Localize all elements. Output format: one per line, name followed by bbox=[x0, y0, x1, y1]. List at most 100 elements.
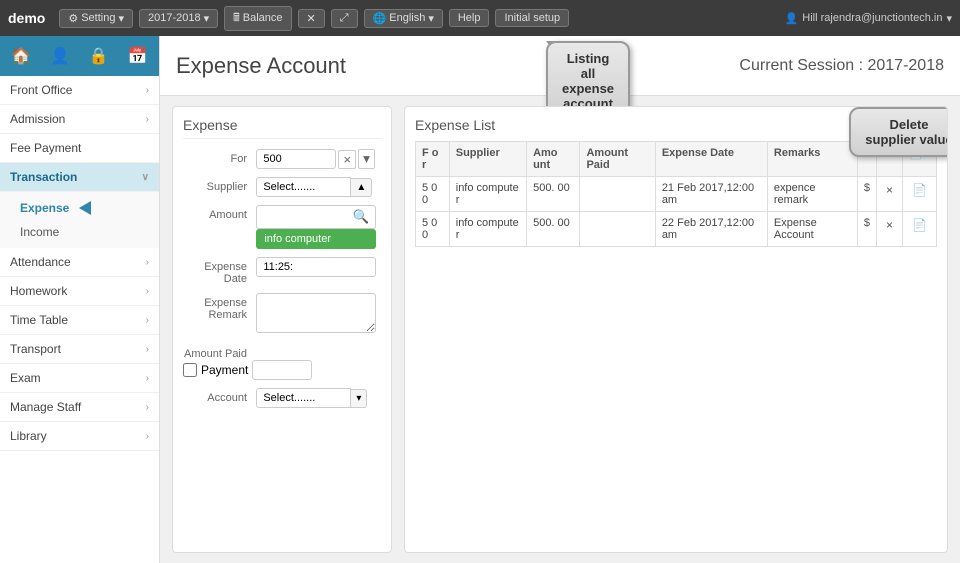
page-header: Expense Account Listing all expense acco… bbox=[160, 36, 960, 96]
account-label: Account bbox=[183, 388, 253, 404]
for-row: For × ▾ bbox=[183, 149, 381, 169]
sidebar-item-attendance[interactable]: Attendance › bbox=[0, 248, 159, 277]
topbar: demo ⚙ Setting ▾ 2017-2018 ▾ 🖩 Balance ✕… bbox=[0, 0, 960, 36]
col-amount-paid: Amount Paid bbox=[580, 142, 655, 177]
cell-amount: 500. 00 bbox=[527, 212, 580, 247]
sidebar-item-timetable[interactable]: Time Table › bbox=[0, 306, 159, 335]
sidebar-item-transaction[interactable]: Transaction ∨ bbox=[0, 163, 159, 192]
supplier-input[interactable] bbox=[256, 177, 351, 197]
supplier-row: Supplier ▲ bbox=[183, 177, 381, 197]
chevron-right-icon: › bbox=[146, 344, 149, 355]
sidebar-item-exam[interactable]: Exam › bbox=[0, 364, 159, 393]
expense-date-label: Expense Date bbox=[183, 257, 253, 285]
expense-date-input[interactable] bbox=[256, 257, 376, 277]
english-button[interactable]: 🌐 English ▾ bbox=[364, 9, 443, 28]
sidebar-item-transport[interactable]: Transport › bbox=[0, 335, 159, 364]
chevron-right-icon: › bbox=[146, 431, 149, 442]
main-layout: 🏠 👤 🔒 📅 Front Office › Admission › Fee P… bbox=[0, 36, 960, 563]
col-expense-date: Expense Date bbox=[655, 142, 767, 177]
sidebar-item-manage-staff[interactable]: Manage Staff › bbox=[0, 393, 159, 422]
content-area: Expense Account Listing all expense acco… bbox=[160, 36, 960, 563]
cell-amount: 500. 00 bbox=[527, 177, 580, 212]
for-input[interactable] bbox=[256, 149, 336, 169]
cell-for: 5 0 0 bbox=[416, 212, 450, 247]
chevron-right-icon: › bbox=[146, 286, 149, 297]
sidebar-item-fee-payment[interactable]: Fee Payment bbox=[0, 134, 159, 163]
cell-expense-date: 22 Feb 2017,12:00 am bbox=[655, 212, 767, 247]
sidebar-item-admission[interactable]: Admission › bbox=[0, 105, 159, 134]
for-dropdown-button[interactable]: ▾ bbox=[358, 149, 375, 169]
expense-panel-title: Expense bbox=[183, 117, 381, 139]
amount-search-button[interactable]: 🔍 bbox=[256, 205, 376, 229]
amount-row: Amount 🔍 info computer bbox=[183, 205, 381, 249]
cell-supplier: info compute r bbox=[449, 212, 526, 247]
cell-supplier: info compute r bbox=[449, 177, 526, 212]
expense-remark-label: Expense Remark bbox=[183, 293, 253, 321]
home-icon[interactable]: 🏠 bbox=[7, 42, 35, 70]
amount-paid-label: Amount Paid bbox=[183, 344, 253, 360]
payment-label: Payment bbox=[201, 363, 248, 377]
sidebar-item-front-office[interactable]: Front Office › bbox=[0, 76, 159, 105]
user-icon: 👤 bbox=[785, 12, 799, 25]
col-remarks: Remarks bbox=[767, 142, 857, 177]
col-supplier: Supplier bbox=[449, 142, 526, 177]
initial-setup-button[interactable]: Initial setup bbox=[495, 9, 569, 27]
cell-doc: 📄 bbox=[903, 212, 937, 247]
user-icon[interactable]: 👤 bbox=[46, 42, 74, 70]
account-dropdown-button[interactable]: ▾ bbox=[351, 389, 367, 408]
lock-icon[interactable]: 🔒 bbox=[85, 42, 113, 70]
cell-dollar: $ bbox=[857, 212, 876, 247]
page-title: Expense Account bbox=[176, 53, 346, 79]
year-button[interactable]: 2017-2018 ▾ bbox=[139, 9, 218, 28]
expand-button[interactable]: ⤢ bbox=[331, 9, 358, 28]
sidebar-item-homework[interactable]: Homework › bbox=[0, 277, 159, 306]
payment-input[interactable] bbox=[252, 360, 312, 380]
chevron-down-icon: ▾ bbox=[118, 12, 124, 25]
balance-icon: 🖩 bbox=[233, 9, 240, 28]
sidebar-icon-bar: 🏠 👤 🔒 📅 bbox=[0, 36, 159, 76]
delete-button[interactable]: × bbox=[883, 182, 896, 198]
sidebar-sub-expense[interactable]: Expense bbox=[0, 196, 159, 220]
col-amount: Amo unt bbox=[527, 142, 580, 177]
doc-button[interactable]: 📄 bbox=[909, 217, 930, 233]
language-icon: 🌐 bbox=[373, 12, 387, 25]
supplier-dropdown-button[interactable]: ▲ bbox=[351, 178, 372, 197]
sidebar-sub-income[interactable]: Income bbox=[0, 220, 159, 244]
session-label: Current Session : 2017-2018 bbox=[739, 57, 944, 75]
expense-remark-input[interactable] bbox=[256, 293, 376, 333]
balance-button[interactable]: 🖩 Balance bbox=[224, 6, 291, 31]
page-body: Expense For × ▾ Supplier bbox=[160, 96, 960, 563]
setting-button[interactable]: ⚙ Setting ▾ bbox=[59, 9, 133, 28]
cell-for: 5 0 0 bbox=[416, 177, 450, 212]
chevron-down-icon: ▾ bbox=[946, 12, 952, 25]
autocomplete-item[interactable]: info computer bbox=[256, 229, 376, 249]
amount-label: Amount bbox=[183, 205, 253, 221]
doc-button[interactable]: 📄 bbox=[909, 182, 930, 198]
calendar-icon[interactable]: 📅 bbox=[124, 42, 152, 70]
for-clear-button[interactable]: × bbox=[338, 150, 356, 169]
cell-amount-paid bbox=[580, 212, 655, 247]
user-info: 👤 Hill rajendra@junctiontech.in ▾ bbox=[785, 12, 952, 25]
amount-paid-row: Amount Paid Payment bbox=[183, 344, 381, 380]
chevron-right-icon: › bbox=[146, 315, 149, 326]
for-label: For bbox=[183, 149, 253, 165]
chevron-right-icon: › bbox=[146, 373, 149, 384]
cell-expense-date: 21 Feb 2017,12:00 am bbox=[655, 177, 767, 212]
cell-dollar: $ bbox=[857, 177, 876, 212]
table-row: 5 0 0 info compute r 500. 00 22 Feb 2017… bbox=[416, 212, 937, 247]
cell-doc: 📄 bbox=[903, 177, 937, 212]
sidebar-item-library[interactable]: Library › bbox=[0, 422, 159, 451]
help-button[interactable]: Help bbox=[449, 9, 490, 27]
amount-paid-checkbox[interactable] bbox=[183, 363, 197, 377]
chevron-down-icon: ▾ bbox=[428, 12, 434, 25]
close-button[interactable]: ✕ bbox=[298, 9, 325, 28]
chevron-right-icon: › bbox=[146, 402, 149, 413]
cell-delete: × bbox=[876, 177, 902, 212]
delete-button[interactable]: × bbox=[883, 217, 896, 233]
chevron-down-icon: ▾ bbox=[204, 12, 210, 25]
col-for: F o r bbox=[416, 142, 450, 177]
supplier-label: Supplier bbox=[183, 177, 253, 193]
account-row: Account ▾ bbox=[183, 388, 381, 408]
account-input[interactable] bbox=[256, 388, 351, 408]
chevron-right-icon: › bbox=[146, 257, 149, 268]
